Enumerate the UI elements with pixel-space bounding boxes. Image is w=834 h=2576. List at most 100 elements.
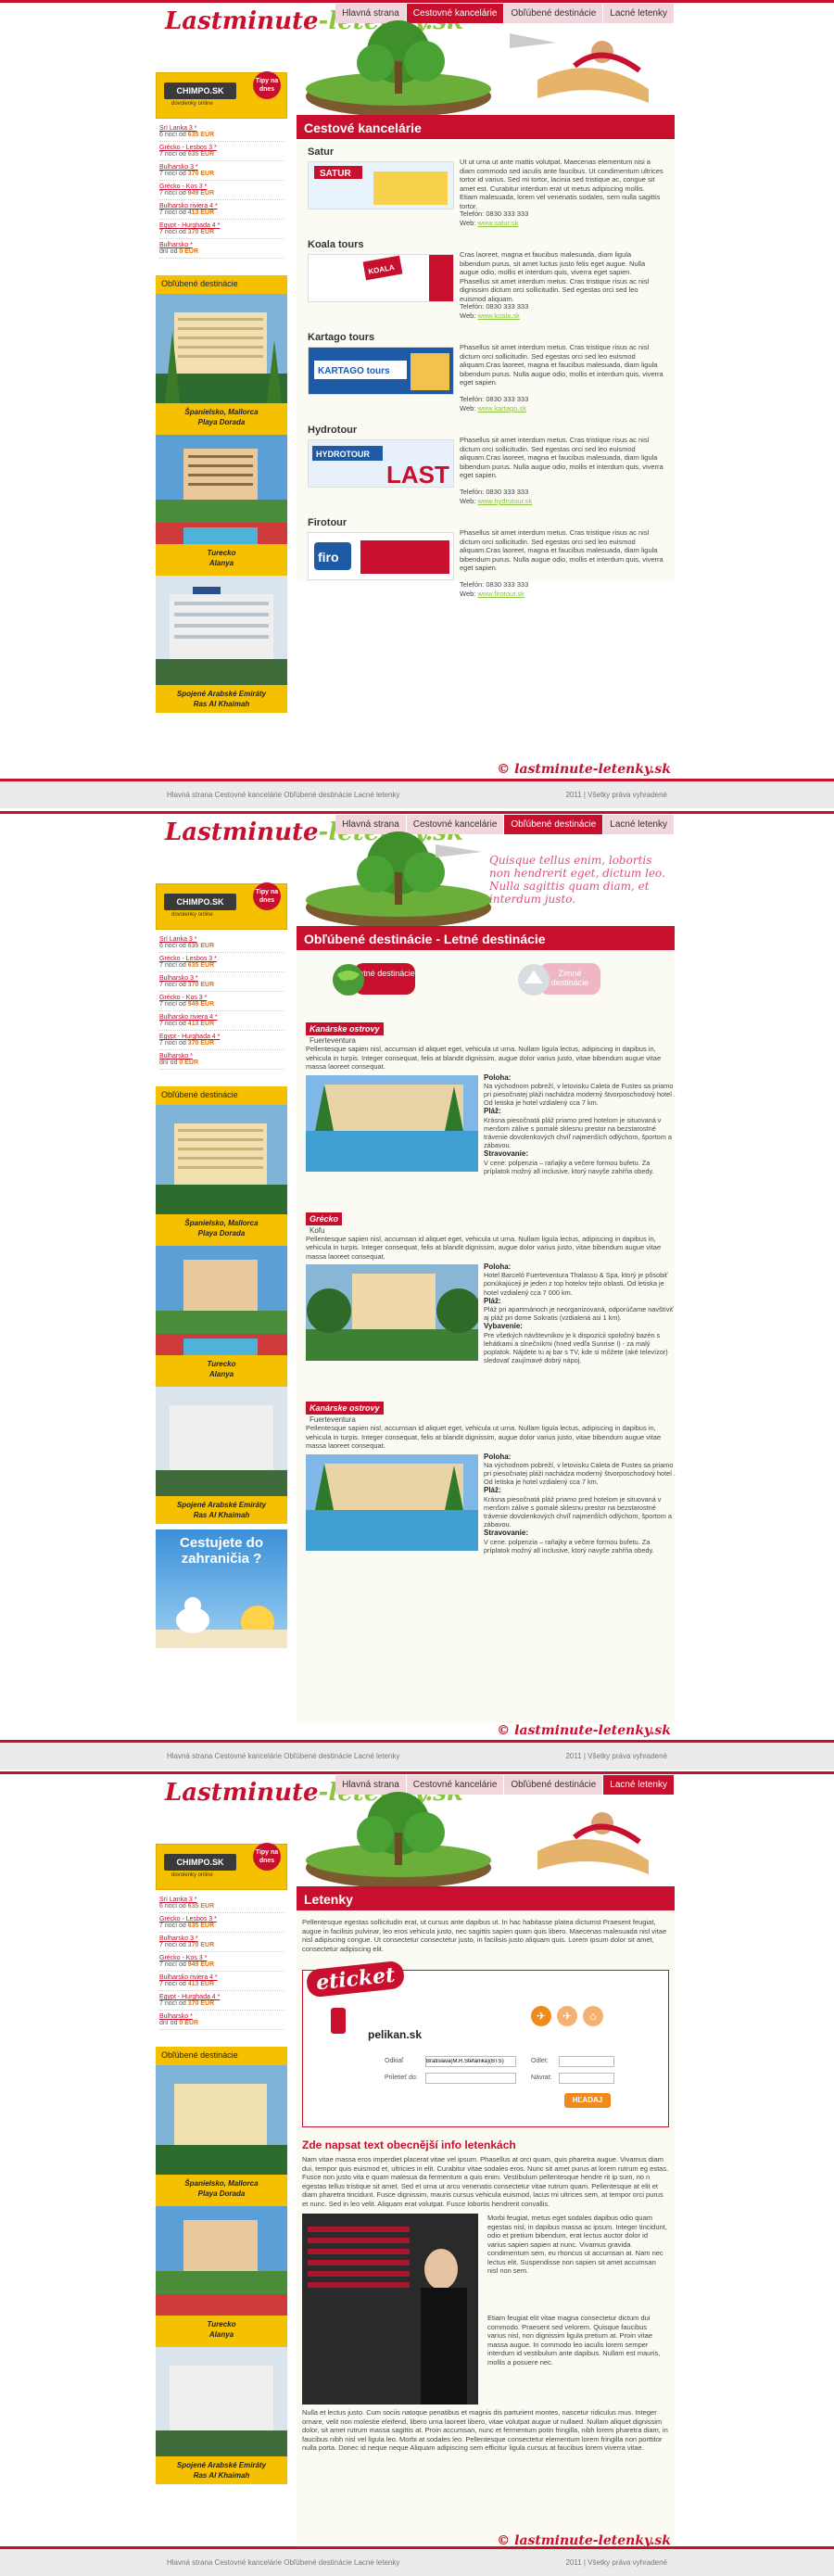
banner-brand: CHIMPO.SK (164, 1854, 236, 1871)
resort-photo[interactable] (306, 1264, 478, 1361)
from-input[interactable] (425, 2056, 516, 2067)
offer-title[interactable]: Grécko - Lesbos 3 * (159, 956, 284, 962)
dest-line1: Spojené Arabské Emiráty (176, 1501, 267, 1509)
offer-title[interactable]: Srí Lanka 3 * (159, 1897, 284, 1903)
offer-title[interactable]: Egypt - Hurghada 4 * (159, 1034, 284, 1040)
company-logo[interactable]: HYDROTOUR LAST (308, 439, 454, 488)
company-contact: Telefón: 0830 333 333 Web: www.koala.sk (460, 302, 528, 321)
resort-photo[interactable] (306, 1074, 478, 1172)
destination-card[interactable]: Spojené Arabské Emiráty Ras Al Khaimah (156, 1387, 287, 1524)
offer-title[interactable]: Bulharsko * (159, 1053, 284, 1060)
plane-icon[interactable]: ✈ (531, 2006, 551, 2026)
offer-item[interactable]: Bulharsko 3 * 7 nocí od 370 EUR (159, 161, 284, 181)
offer-item[interactable]: Bulharsko riviera 4 * 7 nocí od 413 EUR (159, 1011, 284, 1031)
offer-item[interactable]: Bulharsko * dní od 0 EUR (159, 239, 284, 259)
offer-item[interactable]: Egypt - Hurghada 4 * 7 nocí od 370 EUR (159, 1991, 284, 2011)
offer-item[interactable]: Bulharsko riviera 4 * 7 nocí od 413 EUR (159, 200, 284, 220)
offer-title[interactable]: Grécko - Lesbos 3 * (159, 145, 284, 151)
return-date-select[interactable] (559, 2073, 614, 2084)
offer-nights: 7 nocí od (159, 1961, 186, 1968)
offer-item[interactable]: Grécko - Kos 3 * 7 nocí od 949 EUR (159, 181, 284, 200)
offer-item[interactable]: Grécko - Lesbos 3 * 7 nocí od 635 EUR (159, 142, 284, 161)
offer-item[interactable]: Grécko - Lesbos 3 * 7 nocí od 635 EUR (159, 1913, 284, 1933)
destination-card[interactable]: Spojené Arabské Emiráty Ras Al Khaimah (156, 2347, 287, 2484)
offer-nights: 6 nocí od (159, 132, 186, 138)
home-icon[interactable]: ⌂ (583, 2006, 603, 2026)
offer-item[interactable]: Egypt - Hurghada 4 * 7 nocí od 370 EUR (159, 1031, 284, 1050)
company-logo[interactable]: firo (308, 532, 454, 580)
footer-breadcrumbs[interactable]: Hlavná strana Cestovné kancelárie Obľúbe… (167, 2558, 399, 2567)
destination-card[interactable]: Španielsko, Mallorca Playa Dorada (156, 294, 287, 431)
dest-line1: Španielsko, Mallorca (184, 408, 259, 416)
content-wrapper: Lastminute-letenky.sk Hlavná strana Cest… (156, 811, 676, 1771)
offer-nights: 7 nocí od (159, 1922, 186, 1929)
offer-title[interactable]: Grécko - Kos 3 * (159, 1955, 284, 1961)
chimpo-banner[interactable]: CHIMPO.SK dovolenky online Tipy na dnes (156, 1843, 287, 1890)
offer-title[interactable]: Grécko - Lesbos 3 * (159, 1916, 284, 1922)
company-logo[interactable]: SATUR (308, 161, 454, 209)
destination-card[interactable]: Španielsko, Mallorca Playa Dorada (156, 1105, 287, 1242)
offer-title[interactable]: Bulharsko riviera 4 * (159, 1014, 284, 1021)
footer-breadcrumbs[interactable]: Hlavná strana Cestovné kancelárie Obľúbe… (167, 1752, 399, 1760)
offer-title[interactable]: Srí Lanka 3 * (159, 936, 284, 943)
offer-item[interactable]: Srí Lanka 3 * 6 nocí od 635 EUR (159, 1894, 284, 1913)
offer-title[interactable]: Bulharsko 3 * (159, 1935, 284, 1942)
svg-text:KARTAGO tours: KARTAGO tours (318, 366, 390, 376)
company-logo[interactable]: KARTAGO tours (308, 347, 454, 395)
offer-item[interactable]: Grécko - Kos 3 * 7 nocí od 949 EUR (159, 992, 284, 1011)
plane-return-icon[interactable]: ✈ (557, 2006, 577, 2026)
offer-title[interactable]: Grécko - Kos 3 * (159, 184, 284, 190)
dest-line1: Turecko (207, 549, 236, 557)
web-label: Web: (460, 311, 476, 320)
web-link[interactable]: www.firotour.sk (477, 590, 524, 598)
info-key: Poloha: (484, 1072, 512, 1082)
offer-title[interactable]: Bulharsko 3 * (159, 164, 284, 171)
to-input[interactable] (425, 2073, 516, 2084)
offer-item[interactable]: Bulharsko * dní od 0 EUR (159, 1050, 284, 1070)
dest-line2: Playa Dorada (197, 2189, 246, 2198)
offer-price: 635 EUR (187, 962, 215, 969)
chimpo-banner[interactable]: CHIMPO.SK dovolenky online Tipy na dnes (156, 71, 287, 119)
web-link[interactable]: www.koala.sk (477, 311, 519, 320)
offer-item[interactable]: Egypt - Hurghada 4 * 7 nocí od 370 EUR (159, 220, 284, 239)
offer-item[interactable]: Bulharsko 3 * 7 nocí od 370 EUR (159, 1933, 284, 1952)
offer-item[interactable]: Srí Lanka 3 * 6 nocí od 635 EUR (159, 122, 284, 142)
logo-text-a: Lastminute (165, 818, 319, 846)
offer-title[interactable]: Bulharsko 3 * (159, 975, 284, 982)
offer-item[interactable]: Bulharsko * dní od 0 EUR (159, 2011, 284, 2030)
offer-item[interactable]: Bulharsko 3 * 7 nocí od 370 EUR (159, 972, 284, 992)
destination-card[interactable]: Španielsko, Mallorca Playa Dorada (156, 2065, 287, 2202)
company-logo[interactable]: KOALA (308, 254, 454, 302)
destination-card[interactable]: Turecko Alanya (156, 2206, 287, 2343)
offer-title[interactable]: Bulharsko riviera 4 * (159, 203, 284, 209)
search-button[interactable]: HĽADAJ (564, 2093, 611, 2108)
offer-title[interactable]: Srí Lanka 3 * (159, 125, 284, 132)
sidebar: CHIMPO.SK dovolenky online Tipy na dnes … (156, 71, 287, 717)
offer-title[interactable]: Bulharsko riviera 4 * (159, 1974, 284, 1981)
offer-title[interactable]: Bulharsko * (159, 2013, 284, 2020)
resort-photo[interactable] (306, 1453, 478, 1551)
web-link[interactable]: www.satur.sk (477, 219, 518, 227)
web-link[interactable]: www.hydrotour.sk (477, 497, 532, 505)
footer-breadcrumbs[interactable]: Hlavná strana Cestovné kancelárie Obľúbe… (167, 791, 399, 799)
offer-title[interactable]: Grécko - Kos 3 * (159, 995, 284, 1001)
offer-item[interactable]: Grécko - Lesbos 3 * 7 nocí od 635 EUR (159, 953, 284, 972)
hotel-photo (156, 1105, 287, 1214)
destination-card[interactable]: Turecko Alanya (156, 1246, 287, 1383)
depart-date-select[interactable] (559, 2056, 614, 2067)
offer-price: 949 EUR (187, 1961, 215, 1968)
destination-card[interactable]: Turecko Alanya (156, 435, 287, 572)
offer-title[interactable]: Bulharsko * (159, 242, 284, 248)
offer-nights: 7 nocí od (159, 982, 186, 988)
web-link[interactable]: www.kartago.sk (477, 404, 526, 412)
destination-card[interactable]: Spojené Arabské Emiráty Ras Al Khaimah (156, 576, 287, 713)
offer-item[interactable]: Grécko - Kos 3 * 7 nocí od 949 EUR (159, 1952, 284, 1972)
chimpo-banner[interactable]: CHIMPO.SK dovolenky online Tipy na dnes (156, 882, 287, 930)
offer-title[interactable]: Egypt - Hurghada 4 * (159, 222, 284, 229)
offer-item[interactable]: Srí Lanka 3 * 6 nocí od 635 EUR (159, 933, 284, 953)
sidebar: CHIMPO.SK dovolenky online Tipy na dnes … (156, 882, 287, 1648)
region-place: Kofu (310, 1225, 325, 1235)
offer-title[interactable]: Egypt - Hurghada 4 * (159, 1994, 284, 2000)
offer-item[interactable]: Bulharsko riviera 4 * 7 nocí od 413 EUR (159, 1972, 284, 1991)
promo-banner[interactable]: Cestujete do zahraničia ? (156, 1529, 287, 1648)
